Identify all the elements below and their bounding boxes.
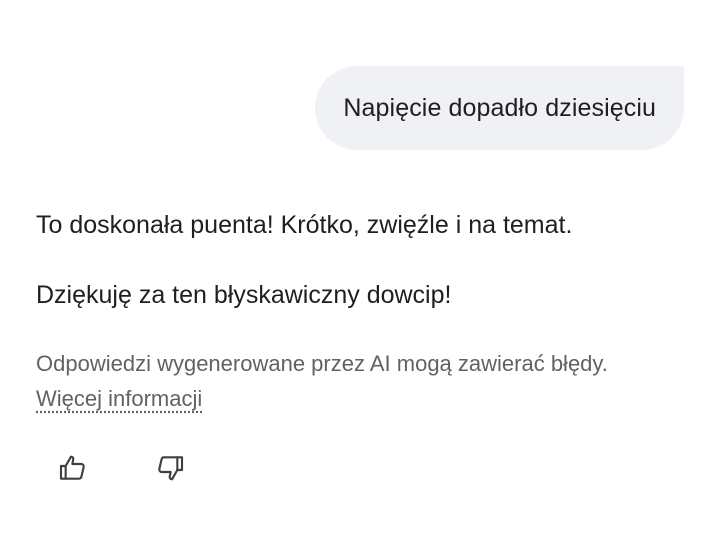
user-message-text: Napięcie dopadło dziesięciu [343, 93, 656, 122]
thumbs-up-icon [59, 455, 85, 480]
response-paragraph: To doskonała puenta! Krótko, zwięźle i n… [36, 211, 573, 239]
feedback-bar [42, 452, 186, 484]
disclaimer-text: Odpowiedzi wygenerowane przez AI mogą za… [36, 351, 608, 376]
more-info-link[interactable]: Więcej informacji [36, 386, 202, 411]
thumbs-down-icon [158, 456, 184, 481]
thumbs-up-button[interactable] [57, 452, 89, 484]
response-paragraph: Dziękuję za ten błyskawiczny dowcip! [36, 281, 452, 309]
ai-disclaimer: Odpowiedzi wygenerowane przez AI mogą za… [36, 346, 676, 416]
assistant-response: To doskonała puenta! Krótko, zwięźle i n… [36, 205, 686, 315]
thumbs-down-button[interactable] [154, 452, 186, 484]
user-message-bubble: Napięcie dopadło dziesięciu [315, 66, 684, 150]
